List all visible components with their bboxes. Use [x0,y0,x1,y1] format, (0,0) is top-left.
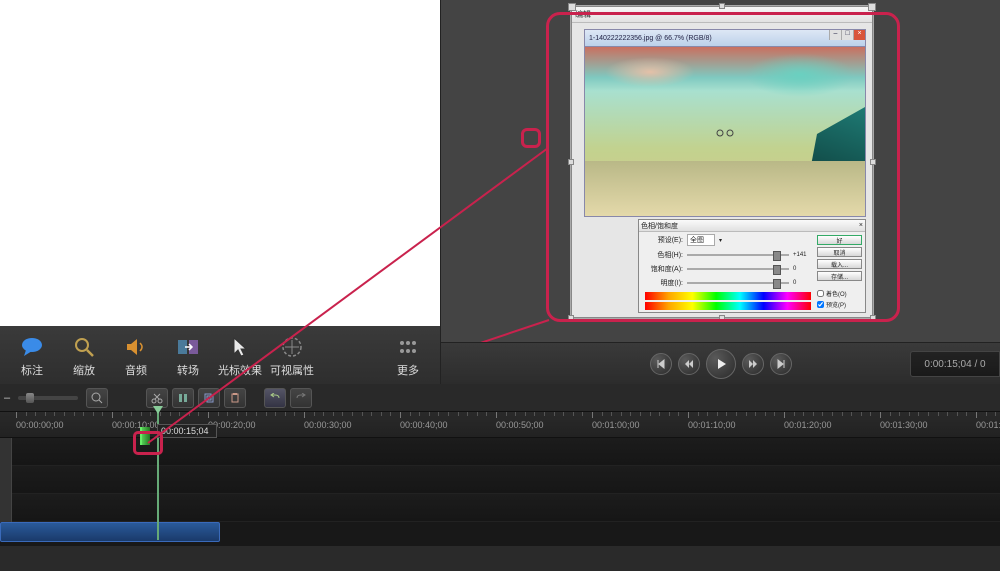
prev-clip-button[interactable] [650,353,672,375]
track-1[interactable] [0,438,1000,466]
more-button[interactable]: 更多 [382,331,434,381]
clip-start-marker[interactable] [140,427,150,445]
cursor-icon [227,334,253,360]
copy-button[interactable] [198,388,220,408]
split-button[interactable] [172,388,194,408]
timeline-section: – 00:00:00;0000:00:10;0000:00:20;0000:00… [0,384,1000,546]
transition-icon [175,334,201,360]
effects-toolbar: 标注 缩放 音频 转场 [0,328,440,384]
preview-panel: 编辑 1-140222222356.jpg @ 66.7% (RGB/8) –□… [440,0,1000,384]
zoom-button[interactable]: 缩放 [58,331,110,381]
preview-canvas-area[interactable]: 编辑 1-140222222356.jpg @ 66.7% (RGB/8) –□… [441,0,1000,342]
recorded-app-menubar: 编辑 [572,7,872,23]
audio-clip[interactable] [0,522,220,542]
playhead-timecode: 00:00:15;04 [157,424,217,438]
timeline-tracks[interactable] [0,438,1000,546]
library-area[interactable] [0,0,440,326]
recorded-image-canvas [584,47,866,217]
cut-button[interactable] [146,388,168,408]
more-icon [395,334,421,360]
annotation-small-box [521,128,541,148]
track-2[interactable] [0,466,1000,494]
zoom-fit-button[interactable] [86,388,108,408]
cursor-effects-button[interactable]: 光标效果 [214,331,266,381]
forward-button[interactable] [742,353,764,375]
transition-button[interactable]: 转场 [162,331,214,381]
visual-icon [279,334,305,360]
zoom-out-icon[interactable]: – [4,392,10,404]
timeline-zoom-slider[interactable] [18,396,78,400]
recorded-image-window-title: 1-140222222356.jpg @ 66.7% (RGB/8) –□× [584,29,866,47]
visual-properties-button[interactable]: 可视属性 [266,331,318,381]
redo-button[interactable] [290,388,312,408]
next-clip-button[interactable] [770,353,792,375]
timecode-display: 0:00:15;04 / 0 [910,351,1000,377]
speaker-icon [123,334,149,360]
left-panel: 标注 缩放 音频 转场 [0,0,440,384]
timeline-toolbar: – [0,384,1000,412]
preview-clip-frame[interactable]: 编辑 1-140222222356.jpg @ 66.7% (RGB/8) –□… [571,6,873,318]
callout-button[interactable]: 标注 [6,331,58,381]
paste-button[interactable] [224,388,246,408]
timeline-ruler[interactable]: 00:00:00;0000:00:10;0000:00:20;0000:00:3… [0,412,1000,438]
play-button[interactable] [706,349,736,379]
audio-button[interactable]: 音频 [110,331,162,381]
recorded-hue-saturation-dialog: 色相/饱和度× 预设(E):全图▾ 色相(H):+141 饱和度(A):0 明度… [638,219,866,313]
magnifier-icon [71,334,97,360]
callout-icon [19,334,45,360]
playhead[interactable]: 00:00:15;04 [157,410,159,540]
track-3[interactable] [0,494,1000,522]
undo-button[interactable] [264,388,286,408]
rewind-button[interactable] [678,353,700,375]
playback-controls: 0:00:15;04 / 0 [441,342,1000,384]
